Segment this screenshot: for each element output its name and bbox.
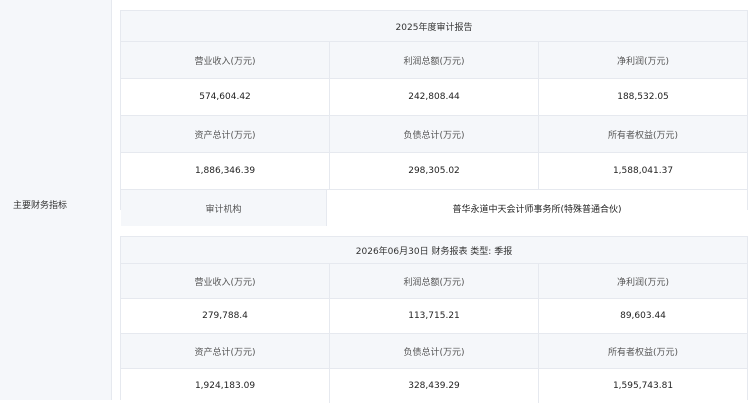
annual-title-row: 2025年度审计报告 bbox=[121, 11, 747, 42]
quarter-header-row-2: 资产总计(万元) 负债总计(万元) 所有者权益(万元) bbox=[121, 334, 747, 369]
quarter-value-revenue: 279,788.4 bbox=[121, 299, 330, 333]
quarter-value-equity: 1,595,743.81 bbox=[539, 369, 747, 403]
annual-header-row-2: 资产总计(万元) 负债总计(万元) 所有者权益(万元) bbox=[121, 116, 747, 153]
quarter-value-net-profit: 89,603.44 bbox=[539, 299, 747, 333]
annual-header-equity: 所有者权益(万元) bbox=[539, 116, 747, 152]
quarter-value-total-liabilities: 328,439.29 bbox=[330, 369, 539, 403]
audit-firm-row: 审计机构 普华永道中天会计师事务所(特殊普通合伙) bbox=[121, 190, 747, 226]
quarter-header-total-assets: 资产总计(万元) bbox=[121, 334, 330, 368]
annual-value-row-1: 574,604.42 242,808.44 188,532.05 bbox=[121, 79, 747, 116]
quarter-report-title: 2026年06月30日 财务报表 类型: 季报 bbox=[121, 237, 747, 263]
quarter-header-net-profit: 净利润(万元) bbox=[539, 264, 747, 298]
quarter-value-row-2: 1,924,183.09 328,439.29 1,595,743.81 bbox=[121, 369, 747, 403]
annual-report-title: 2025年度审计报告 bbox=[121, 11, 747, 41]
audit-firm-label: 审计机构 bbox=[121, 190, 327, 226]
annual-header-row-1: 营业收入(万元) 利润总额(万元) 净利润(万元) bbox=[121, 42, 747, 79]
annual-header-total-liabilities: 负债总计(万元) bbox=[330, 116, 539, 152]
quarterly-report-panel: 2026年06月30日 财务报表 类型: 季报 营业收入(万元) 利润总额(万元… bbox=[120, 236, 748, 403]
quarter-header-equity: 所有者权益(万元) bbox=[539, 334, 747, 368]
annual-value-total-assets: 1,886,346.39 bbox=[121, 153, 330, 189]
quarter-header-total-profit: 利润总额(万元) bbox=[330, 264, 539, 298]
annual-audit-report-panel: 2025年度审计报告 营业收入(万元) 利润总额(万元) 净利润(万元) 574… bbox=[120, 10, 748, 226]
quarter-header-revenue: 营业收入(万元) bbox=[121, 264, 330, 298]
annual-value-row-2: 1,886,346.39 298,305.02 1,588,041.37 bbox=[121, 153, 747, 190]
annual-header-total-profit: 利润总额(万元) bbox=[330, 42, 539, 78]
annual-value-total-profit: 242,808.44 bbox=[330, 79, 539, 115]
side-label: 主要财务指标 bbox=[13, 200, 68, 211]
quarter-value-row-1: 279,788.4 113,715.21 89,603.44 bbox=[121, 299, 747, 334]
quarter-title-row: 2026年06月30日 财务报表 类型: 季报 bbox=[121, 237, 747, 264]
annual-value-revenue: 574,604.42 bbox=[121, 79, 330, 115]
quarter-header-total-liabilities: 负债总计(万元) bbox=[330, 334, 539, 368]
quarter-value-total-assets: 1,924,183.09 bbox=[121, 369, 330, 403]
quarter-value-total-profit: 113,715.21 bbox=[330, 299, 539, 333]
annual-header-total-assets: 资产总计(万元) bbox=[121, 116, 330, 152]
annual-value-equity: 1,588,041.37 bbox=[539, 153, 747, 189]
annual-value-net-profit: 188,532.05 bbox=[539, 79, 747, 115]
annual-value-total-liabilities: 298,305.02 bbox=[330, 153, 539, 189]
quarter-header-row-1: 营业收入(万元) 利润总额(万元) 净利润(万元) bbox=[121, 264, 747, 299]
annual-header-net-profit: 净利润(万元) bbox=[539, 42, 747, 78]
side-label-cell: 主要财务指标 bbox=[0, 0, 112, 400]
audit-firm-value: 普华永道中天会计师事务所(特殊普通合伙) bbox=[327, 190, 747, 226]
financial-indicators-page: 主要财务指标 2025年度审计报告 营业收入(万元) 利润总额(万元) 净利润(… bbox=[0, 0, 750, 403]
annual-header-revenue: 营业收入(万元) bbox=[121, 42, 330, 78]
